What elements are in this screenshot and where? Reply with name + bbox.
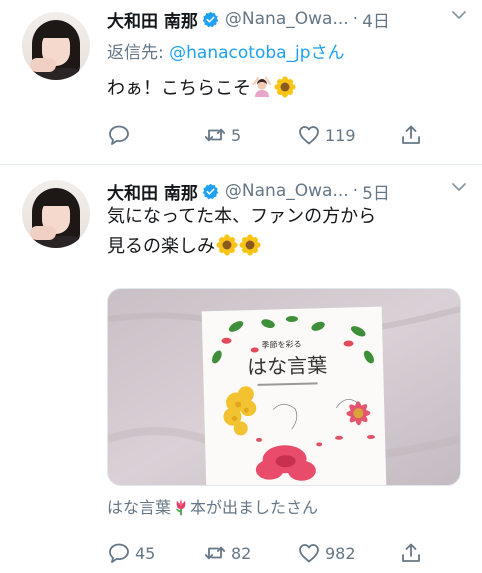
tweet-divider <box>0 164 482 165</box>
avatar[interactable] <box>22 12 90 80</box>
tweet-text-line: わぁ！こちらこそ <box>107 78 251 99</box>
tweet-actions: 45 82 982 <box>107 540 427 566</box>
heart-icon <box>299 544 319 563</box>
reply-prefix: 返信先: <box>107 43 170 63</box>
like-button[interactable]: 982 <box>297 540 356 566</box>
separator-dot: · <box>352 181 359 201</box>
tweet[interactable]: 大和田 南那 @Nana_Owa... · 4日 返信先: @hanacotob… <box>0 0 482 160</box>
retweet-icon <box>204 128 226 142</box>
sunflower-emoji <box>274 76 296 98</box>
verified-badge-icon <box>202 183 219 199</box>
tweet-text-line: 気になってた本、ファンの方から <box>107 206 377 227</box>
tweet-text-line: 見るの楽しみ <box>107 236 215 257</box>
book-title: はな言葉 <box>247 353 328 379</box>
tulip-emoji <box>176 499 186 516</box>
reply-icon <box>109 543 129 563</box>
reply-context: 返信先: @hanacotoba_jpさん <box>107 38 345 63</box>
retweet-button[interactable]: 5 <box>203 122 241 148</box>
reply-button[interactable] <box>107 122 135 148</box>
retweet-count: 82 <box>231 543 252 563</box>
share-icon <box>402 543 420 562</box>
tweet-header: 大和田 南那 @Nana_Owa... · 4日 <box>107 6 390 32</box>
reply-icon <box>109 125 129 145</box>
display-name[interactable]: 大和田 南那 <box>107 7 198 32</box>
timestamp[interactable]: 4日 <box>362 7 390 32</box>
book-photo: 季節を彩る はな言葉 <box>108 289 460 485</box>
like-count: 982 <box>325 543 356 563</box>
sunflower-emoji <box>216 234 238 256</box>
chevron-down-icon[interactable] <box>451 8 467 22</box>
verified-badge-icon <box>202 11 219 27</box>
tweet[interactable]: 大和田 南那 @Nana_Owa... · 5日 気になってた本、ファンの方から… <box>0 168 482 573</box>
media-caption[interactable]: はな言葉 本が出ましたさん <box>107 494 318 518</box>
reply-target-link[interactable]: @hanacotoba_jpさん <box>169 43 344 63</box>
share-icon <box>402 125 420 144</box>
retweet-icon <box>204 546 226 560</box>
avatar[interactable] <box>22 180 90 248</box>
tweet-header: 大和田 南那 @Nana_Owa... · 5日 <box>107 178 390 204</box>
tweet-text: わぁ！こちらこそ <box>107 74 296 104</box>
tweet-text-line-2: 見るの楽しみ <box>107 232 376 262</box>
chevron-down-icon[interactable] <box>451 180 467 194</box>
handle[interactable]: @Nana_Owa... <box>225 9 349 29</box>
retweet-button[interactable]: 82 <box>203 540 251 566</box>
book-subtitle: 季節を彩る <box>261 339 301 350</box>
timestamp[interactable]: 5日 <box>362 179 390 204</box>
tweet-text: 気になってた本、ファンの方から 見るの楽しみ <box>107 202 376 262</box>
media-caption-text: はな言葉 <box>107 498 172 517</box>
reply-button[interactable]: 45 <box>107 540 155 566</box>
like-count: 119 <box>325 125 356 145</box>
display-name[interactable]: 大和田 南那 <box>107 179 198 204</box>
share-button[interactable] <box>399 540 423 566</box>
share-button[interactable] <box>399 122 423 148</box>
tweet-actions: 5 119 <box>107 122 427 148</box>
retweet-count: 5 <box>231 125 242 145</box>
person-gesturing-ok-emoji <box>253 77 271 97</box>
handle[interactable]: @Nana_Owa... <box>225 181 349 201</box>
separator-dot: · <box>352 9 359 29</box>
tweet-media-image[interactable]: 季節を彩る はな言葉 <box>107 288 461 486</box>
like-button[interactable]: 119 <box>297 122 356 148</box>
reply-count: 45 <box>135 543 156 563</box>
media-caption-text: 本が出ましたさん <box>190 498 319 517</box>
sunflower-emoji <box>239 234 261 256</box>
heart-icon <box>299 126 319 145</box>
